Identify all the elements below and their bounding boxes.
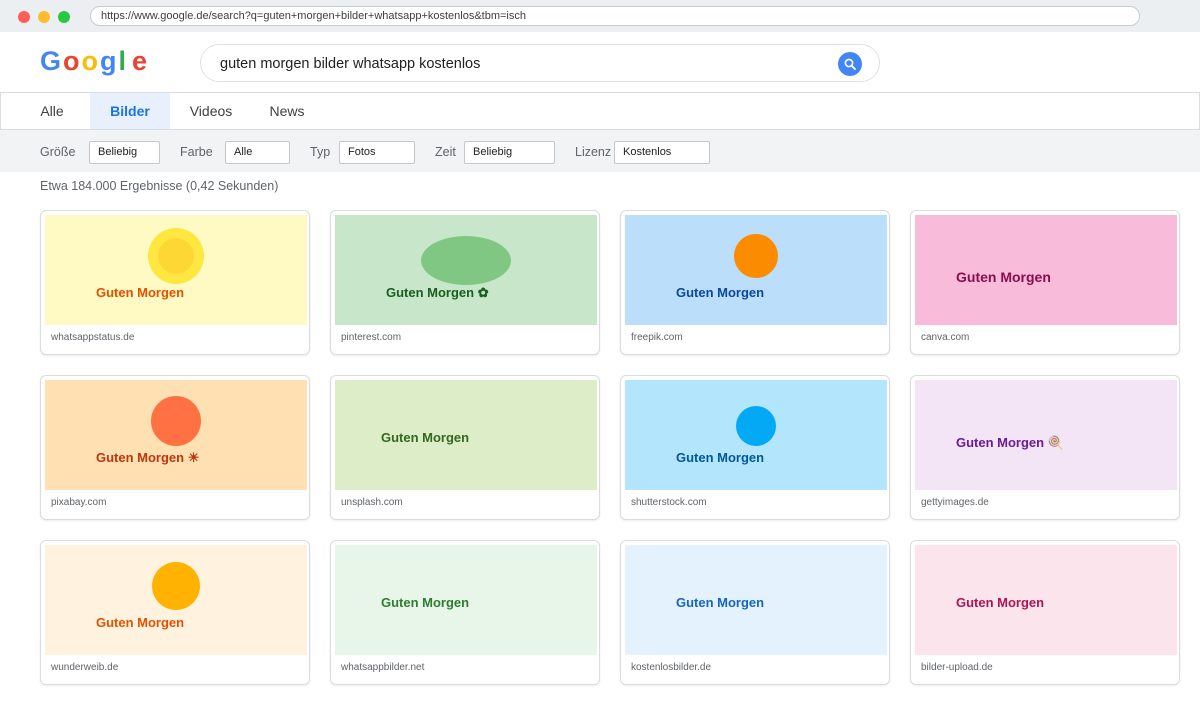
image-result[interactable]: Guten Morgen canva.com — [910, 210, 1180, 355]
tab-alle[interactable]: Alle — [29, 93, 75, 129]
sun-core-icon — [158, 238, 194, 274]
filter-size-select[interactable]: Beliebig — [89, 141, 160, 164]
thumbnail-title: Guten Morgen 🍭 — [956, 435, 1064, 450]
result-source[interactable]: unsplash.com — [341, 497, 403, 508]
filter-type-select[interactable]: Fotos — [339, 141, 415, 164]
image-result[interactable]: Guten Morgen whatsappstatus.de — [40, 210, 310, 355]
tab-videos[interactable]: Videos — [181, 93, 241, 129]
tab-bilder[interactable]: Bilder — [90, 93, 170, 129]
window-minimize-button[interactable] — [38, 11, 50, 23]
thumbnail-title: Guten Morgen — [676, 285, 765, 300]
image-result[interactable]: Guten Morgen whatsappbilder.net — [330, 540, 600, 685]
result-thumbnail[interactable]: Guten Morgen — [335, 545, 597, 655]
result-source[interactable]: whatsappbilder.net — [341, 662, 424, 673]
thumbnail-title: Guten Morgen — [956, 595, 1045, 610]
result-source[interactable]: bilder-upload.de — [921, 662, 993, 673]
thumbnail-title: Guten Morgen — [381, 595, 470, 610]
result-thumbnail[interactable]: Guten Morgen — [45, 545, 307, 655]
thumbnail-title: Guten Morgen — [676, 450, 765, 465]
search-icon — [844, 58, 856, 70]
result-thumbnail[interactable]: Guten Morgen — [625, 215, 887, 325]
filter-bar: Größe Beliebig Farbe Alle Typ Fotos Zeit… — [0, 130, 1200, 172]
image-result[interactable]: Guten Morgen 🍭 gettyimages.de — [910, 375, 1180, 520]
result-thumbnail[interactable]: Guten Morgen — [335, 380, 597, 490]
result-thumbnail[interactable]: Guten Morgen — [45, 215, 307, 325]
result-source[interactable]: whatsappstatus.de — [51, 332, 134, 343]
image-result[interactable]: Guten Morgen ☀ pixabay.com — [40, 375, 310, 520]
url-bar[interactable]: https://www.google.de/search?q=guten+mor… — [90, 6, 1140, 26]
result-thumbnail[interactable]: Guten Morgen — [915, 545, 1177, 655]
image-result[interactable]: Guten Morgen unsplash.com — [330, 375, 600, 520]
result-source[interactable]: gettyimages.de — [921, 497, 989, 508]
tab-news[interactable]: News — [261, 93, 313, 129]
image-result[interactable]: Guten Morgen ✿ pinterest.com — [330, 210, 600, 355]
filter-color-label: Farbe — [180, 145, 213, 159]
search-input[interactable]: guten morgen bilder whatsapp kostenlos — [200, 44, 880, 82]
leaf-icon — [421, 236, 511, 285]
filter-license-label: Lizenz — [575, 145, 612, 159]
thumbnail-title: Guten Morgen — [956, 269, 1051, 285]
filter-size-label: Größe — [40, 145, 76, 159]
result-source[interactable]: kostenlosbilder.de — [631, 662, 711, 673]
result-source[interactable]: wunderweib.de — [51, 662, 118, 673]
filter-license-select[interactable]: Kostenlos — [614, 141, 710, 164]
browser-chrome: https://www.google.de/search?q=guten+mor… — [0, 0, 1200, 32]
sun-icon — [734, 234, 778, 278]
result-thumbnail[interactable]: Guten Morgen — [625, 545, 887, 655]
search-button[interactable] — [838, 52, 862, 76]
result-source[interactable]: canva.com — [921, 332, 969, 343]
window-maximize-button[interactable] — [58, 11, 70, 23]
search-query[interactable]: guten morgen bilder whatsapp kostenlos — [220, 56, 480, 72]
thumbnail-title: Guten Morgen — [96, 285, 185, 300]
thumbnail-title: Guten Morgen — [381, 430, 470, 445]
image-result[interactable]: Guten Morgen kostenlosbilder.de — [620, 540, 890, 685]
image-result[interactable]: Guten Morgen shutterstock.com — [620, 375, 890, 520]
header: Googl e guten morgen bilder whatsapp kost… — [0, 32, 1200, 92]
result-source[interactable]: shutterstock.com — [631, 497, 707, 508]
result-source[interactable]: pixabay.com — [51, 497, 106, 508]
result-thumbnail[interactable]: Guten Morgen — [915, 215, 1177, 325]
thumbnail-title: Guten Morgen ☀ — [96, 450, 200, 465]
filter-type-label: Typ — [310, 145, 331, 159]
thumbnail-title: Guten Morgen — [96, 615, 185, 630]
result-thumbnail[interactable]: Guten Morgen ✿ — [335, 215, 597, 325]
thumbnail-title: Guten Morgen ✿ — [386, 285, 489, 300]
result-thumbnail[interactable]: Guten Morgen — [625, 380, 887, 490]
window-close-button[interactable] — [18, 11, 30, 23]
result-source[interactable]: pinterest.com — [341, 332, 401, 343]
sun-icon — [151, 396, 201, 446]
sun-icon — [152, 562, 200, 610]
filter-color-select[interactable]: Alle — [225, 141, 290, 164]
result-stats: Etwa 184.000 Ergebnisse (0,42 Sekunden) — [40, 179, 279, 193]
sun-icon — [736, 406, 776, 446]
thumbnail-title: Guten Morgen — [676, 595, 765, 610]
result-thumbnail[interactable]: Guten Morgen 🍭 — [915, 380, 1177, 490]
image-result[interactable]: Guten Morgen wunderweib.de — [40, 540, 310, 685]
search-tabs: Alle Bilder Videos News — [0, 92, 1200, 130]
image-result[interactable]: Guten Morgen freepik.com — [620, 210, 890, 355]
filter-time-label: Zeit — [435, 145, 456, 159]
filter-time-select[interactable]: Beliebig — [464, 141, 555, 164]
result-thumbnail[interactable]: Guten Morgen ☀ — [45, 380, 307, 490]
google-logo[interactable]: Googl e — [40, 46, 149, 77]
image-result[interactable]: Guten Morgen bilder-upload.de — [910, 540, 1180, 685]
result-source[interactable]: freepik.com — [631, 332, 683, 343]
